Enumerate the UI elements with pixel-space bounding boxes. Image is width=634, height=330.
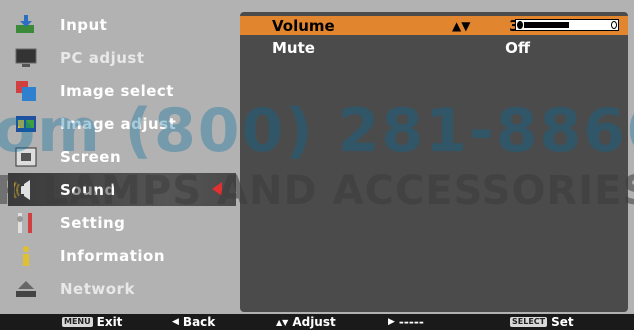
right-arrow-icon: ▶ (388, 317, 395, 327)
up-down-icon: ▲▼ (452, 18, 471, 33)
menu-key-icon: MENU (62, 317, 93, 327)
slider-min-icon (517, 21, 523, 29)
volume-row[interactable]: Volume ▲▼ 33 (240, 16, 628, 35)
menu-item-label: Input (60, 15, 108, 34)
sound-icon (14, 178, 38, 202)
hint-adjust: ▲▼ Adjust (276, 314, 336, 330)
back-label: Back (182, 315, 216, 329)
left-arrow-icon: ◀ (172, 317, 179, 327)
adjust-label: Adjust (292, 315, 336, 329)
information-icon (14, 244, 38, 268)
menu-item-network[interactable]: Network (8, 272, 236, 305)
menu-item-label: Sound (60, 180, 116, 199)
mute-row[interactable]: Mute Off (240, 38, 628, 57)
exit-label: Exit (96, 315, 123, 329)
volume-label: Volume (272, 16, 335, 35)
projector-osd: Input PC adjust Image select Image adjus… (0, 0, 634, 314)
image-select-icon (14, 79, 38, 103)
menu-item-label: Network (60, 279, 135, 298)
pc-adjust-icon (14, 46, 38, 70)
mute-label: Mute (272, 38, 315, 57)
select-key-icon: SELECT (510, 317, 548, 327)
menu-item-label: Information (60, 246, 166, 265)
image-adjust-icon (14, 112, 38, 136)
setting-icon (14, 211, 38, 235)
set-label: Set (551, 315, 574, 329)
network-icon (14, 277, 38, 301)
bottom-help-bar: MENU Exit ◀ Back ▲▼ Adjust ▶ ----- SELEC… (0, 314, 634, 330)
hint-back: ◀ Back (172, 314, 215, 330)
menu-item-label: Setting (60, 213, 126, 232)
menu-item-input[interactable]: Input (8, 8, 236, 41)
menu-item-image-select[interactable]: Image select (8, 74, 236, 107)
volume-slider[interactable] (515, 19, 619, 31)
menu-item-sound[interactable]: Sound (8, 173, 236, 206)
hint-exit: MENU Exit (62, 314, 122, 330)
volume-slider-fill (524, 22, 569, 28)
menu-item-information[interactable]: Information (8, 239, 236, 272)
screen-icon (14, 145, 38, 169)
hint-set: SELECT Set (510, 314, 574, 330)
menu-item-label: PC adjust (60, 48, 145, 67)
slider-max-icon (611, 21, 617, 29)
main-menu: Input PC adjust Image select Image adjus… (8, 8, 236, 305)
menu-item-setting[interactable]: Setting (8, 206, 236, 239)
menu-item-image-adjust[interactable]: Image adjust (8, 107, 236, 140)
menu-item-screen[interactable]: Screen (8, 140, 236, 173)
hint-next: ▶ ----- (388, 314, 424, 330)
selected-arrow-icon (212, 182, 222, 196)
next-label: ----- (398, 315, 424, 329)
sound-panel: Volume ▲▼ 33 Mute Off (240, 12, 628, 312)
mute-value: Off (505, 38, 530, 57)
up-down-key-icon: ▲▼ (276, 317, 289, 327)
input-icon (14, 13, 38, 37)
menu-item-label: Image adjust (60, 114, 177, 133)
menu-item-label: Image select (60, 81, 174, 100)
menu-item-label: Screen (60, 147, 122, 166)
menu-item-pc-adjust[interactable]: PC adjust (8, 41, 236, 74)
